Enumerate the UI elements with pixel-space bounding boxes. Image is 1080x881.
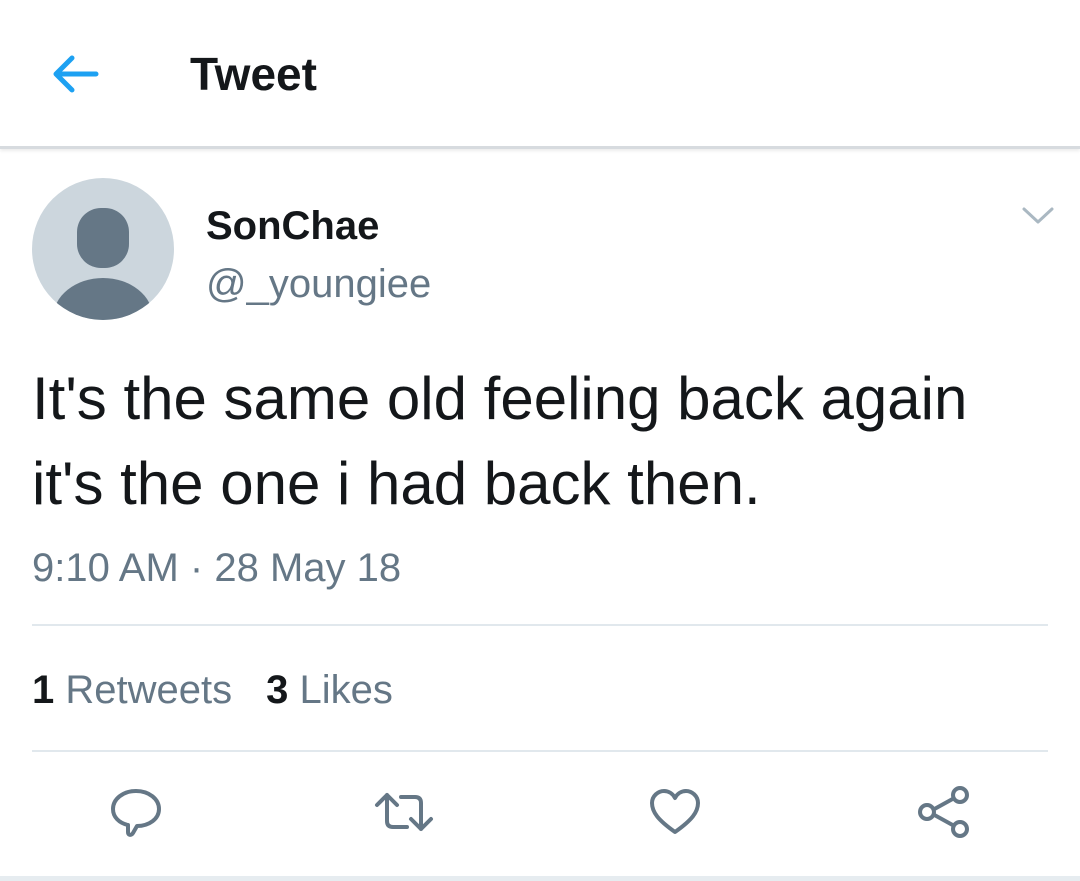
likes-label: Likes	[299, 668, 393, 712]
avatar[interactable]	[32, 178, 174, 320]
arrow-left-icon	[53, 55, 99, 93]
like-icon	[650, 789, 700, 834]
timestamp-separator: ·	[189, 546, 204, 590]
chevron-down-icon	[1022, 207, 1054, 224]
retweet-icon	[375, 793, 433, 831]
tweet-options-button[interactable]	[1016, 196, 1060, 236]
likes-count: 3	[266, 668, 289, 712]
retweets-count: 1	[32, 668, 55, 712]
tweet-timestamp[interactable]: 9:10 AM · 28 May 18	[32, 542, 401, 594]
like-button[interactable]	[643, 782, 707, 842]
retweet-button[interactable]	[372, 782, 436, 842]
top-app-bar: Tweet	[0, 0, 1080, 149]
default-profile-icon	[53, 208, 153, 320]
likes-stat[interactable]: 3 Likes	[266, 664, 393, 716]
tweet-stats: 1 Retweets 3 Likes	[32, 664, 393, 716]
reply-icon	[111, 789, 161, 837]
retweets-stat[interactable]: 1 Retweets	[32, 664, 232, 716]
reply-button[interactable]	[104, 782, 168, 842]
share-button[interactable]	[912, 782, 976, 842]
retweets-label: Retweets	[65, 668, 233, 712]
tweet-text: It's the same old feeling back again it'…	[32, 365, 968, 517]
page-title: Tweet	[190, 48, 317, 100]
bottom-divider	[0, 876, 1080, 881]
author-handle[interactable]: @_youngiee	[206, 258, 431, 310]
tweet-date: 28 May 18	[214, 546, 402, 590]
author-display-name[interactable]: SonChae	[206, 200, 379, 252]
share-icon	[918, 786, 969, 838]
tweet-time: 9:10 AM	[32, 546, 179, 590]
divider	[32, 750, 1048, 752]
back-button[interactable]	[40, 42, 110, 106]
divider	[32, 624, 1048, 626]
